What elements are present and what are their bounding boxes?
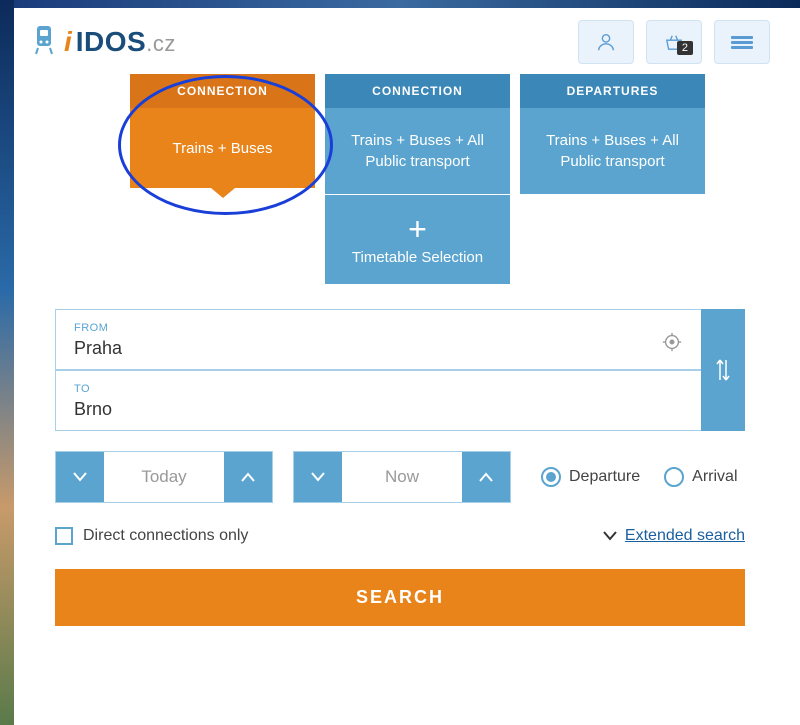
train-icon (30, 24, 58, 60)
to-field[interactable]: TO (55, 370, 745, 431)
plus-icon: + (337, 213, 498, 245)
departure-label: Departure (569, 468, 640, 486)
radio-icon (664, 467, 684, 487)
search-form: FROM TO (0, 284, 800, 641)
extended-search-link[interactable]: Extended search (603, 527, 745, 545)
date-stepper: Today (55, 451, 273, 503)
tab-extra-label: Timetable Selection (337, 249, 498, 266)
arrival-radio[interactable]: Arrival (664, 467, 737, 487)
hamburger-icon (731, 34, 753, 51)
time-prev-button[interactable] (294, 452, 342, 502)
to-input[interactable] (74, 399, 694, 420)
tab-connection-all[interactable]: CONNECTION Trains + Buses + All Public t… (325, 74, 510, 284)
date-value[interactable]: Today (104, 452, 224, 502)
logo-i: i (64, 26, 72, 58)
direct-only-label: Direct connections only (83, 527, 248, 545)
tab-body: Trains + Buses + All Public transport (325, 108, 510, 194)
search-button[interactable]: SEARCH (55, 569, 745, 626)
swap-icon (714, 356, 732, 384)
checkbox-icon (55, 527, 73, 545)
from-field[interactable]: FROM (55, 309, 745, 370)
chevron-down-icon (73, 472, 87, 482)
cart-badge: 2 (677, 41, 693, 55)
menu-button[interactable] (714, 20, 770, 64)
cart-button[interactable]: 2 (646, 20, 702, 64)
tab-head: CONNECTION (325, 74, 510, 108)
chevron-down-icon (311, 472, 325, 482)
from-input[interactable] (74, 338, 694, 359)
logo-cz: .cz (146, 31, 176, 56)
tab-head: DEPARTURES (520, 74, 705, 108)
tabs: CONNECTION Trains + Buses CONNECTION Tra… (0, 74, 800, 284)
swap-button[interactable] (701, 309, 745, 431)
time-value[interactable]: Now (342, 452, 462, 502)
logo-idos: IDOS (76, 26, 146, 57)
chevron-up-icon (241, 472, 255, 482)
header: i IDOS.cz 2 (0, 0, 800, 74)
radio-icon (541, 467, 561, 487)
time-next-button[interactable] (462, 452, 510, 502)
tab-connection-trains-buses[interactable]: CONNECTION Trains + Buses (130, 74, 315, 188)
chevron-down-icon (603, 531, 617, 541)
departure-radio[interactable]: Departure (541, 467, 640, 487)
arrival-label: Arrival (692, 468, 737, 486)
user-icon (595, 31, 617, 53)
tab-body: Trains + Buses + All Public transport (520, 108, 705, 194)
locate-button[interactable] (661, 331, 683, 353)
crosshair-icon (661, 331, 683, 353)
user-button[interactable] (578, 20, 634, 64)
date-next-button[interactable] (224, 452, 272, 502)
date-prev-button[interactable] (56, 452, 104, 502)
tab-body: Trains + Buses (130, 108, 315, 188)
time-stepper: Now (293, 451, 511, 503)
direct-only-checkbox[interactable]: Direct connections only (55, 527, 248, 545)
logo[interactable]: i IDOS.cz (30, 24, 176, 60)
timetable-selection-button[interactable]: + Timetable Selection (325, 195, 510, 284)
tab-head: CONNECTION (130, 74, 315, 108)
to-label: TO (74, 383, 694, 395)
extended-search-label: Extended search (625, 527, 745, 545)
from-label: FROM (74, 322, 694, 334)
chevron-up-icon (479, 472, 493, 482)
tab-departures[interactable]: DEPARTURES Trains + Buses + All Public t… (520, 74, 705, 194)
